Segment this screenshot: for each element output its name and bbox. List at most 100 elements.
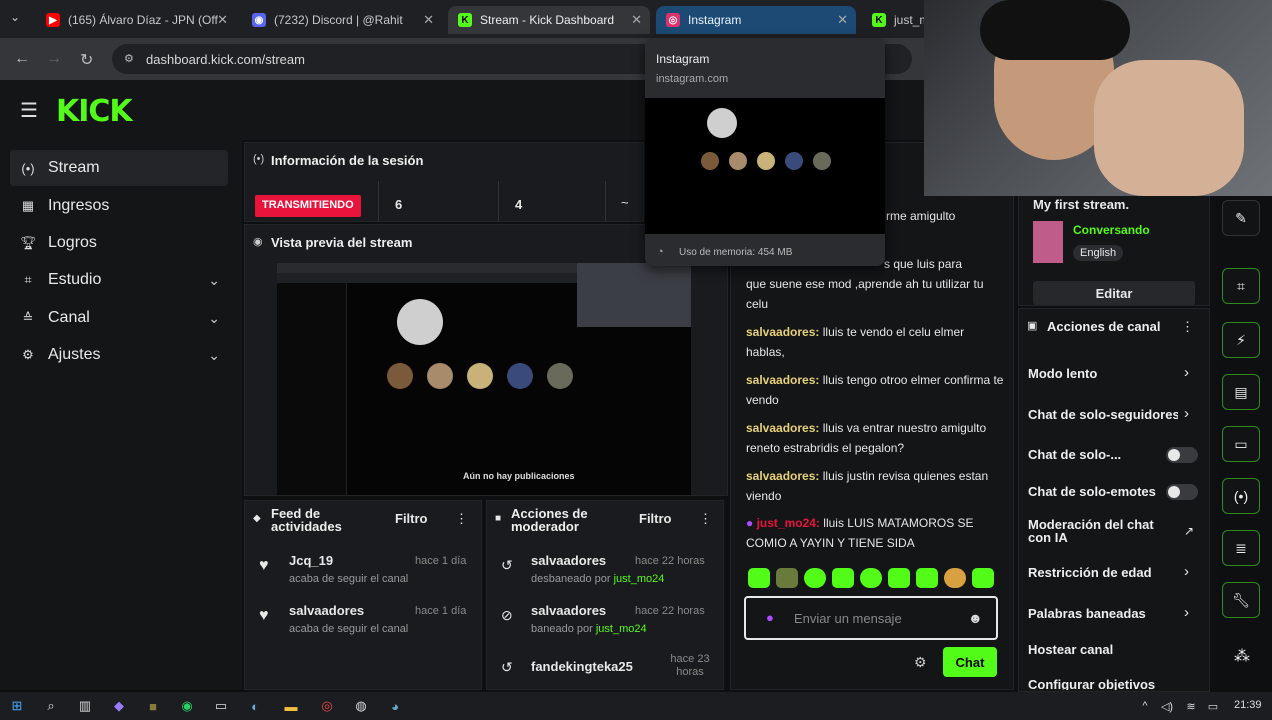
emote-icon[interactable] [748, 568, 770, 588]
chat-username[interactable]: salvaadores: [746, 421, 819, 435]
rail-button[interactable]: 🔧︎ [1222, 582, 1260, 618]
emote-icon[interactable] [776, 568, 798, 588]
stream-category[interactable]: Conversando [1073, 223, 1150, 237]
site-info-icon[interactable]: ⚙ [124, 52, 134, 65]
moderator-link[interactable]: just_mo24 [596, 623, 647, 635]
event-time: hace 1 día [415, 605, 467, 617]
search-icon[interactable]: ⌕ [42, 697, 60, 715]
more-options-icon[interactable]: ⋮ [455, 511, 468, 527]
chrome-icon[interactable]: ◎ [318, 697, 336, 715]
close-tab-icon[interactable]: ✕ [423, 12, 434, 28]
chat-send-button[interactable]: Chat [943, 647, 997, 677]
moderator-title: Acciones de moderador [511, 506, 588, 534]
sidebar-item-logros[interactable]: 🏆︎ Logros [10, 225, 228, 261]
tab-kick-channel[interactable]: K just_m [862, 6, 932, 34]
action-ai-moderation[interactable]: Moderación del chat con IA [1028, 518, 1178, 544]
tab-youtube[interactable]: ▶ (165) Álvaro Díaz - JPN (Off ✕ [36, 6, 236, 34]
windows-taskbar: ⊞ ⌕ ▥ ◆ ■ ◉ ▭ ◐ ▬ ◎ ◍ ◕ ^ ◁) ≋ ▭ 21:39 [0, 692, 1272, 720]
action-followers-only[interactable]: Chat de solo-seguidores [1028, 407, 1178, 422]
filter-button[interactable]: Filtro [395, 511, 428, 526]
rail-button[interactable]: ▭ [1222, 426, 1260, 462]
clock[interactable]: 21:39 [1234, 699, 1262, 711]
thumb-story [701, 152, 719, 170]
steam-icon[interactable]: ◕ [386, 697, 404, 715]
nodes-icon[interactable]: ⁂ [1234, 646, 1250, 666]
chat-username[interactable]: salvaadores: [746, 373, 819, 387]
moderator-link[interactable]: just_mo24 [614, 573, 665, 585]
tray-chevron-icon[interactable]: ^ [1136, 697, 1154, 715]
event-sub: acaba de seguir el canal [289, 573, 409, 585]
tab-instagram[interactable]: ◎ Instagram ✕ [656, 6, 856, 34]
emote-icon[interactable] [832, 568, 854, 588]
stream-preview-video[interactable]: Aún no hay publicaciones [277, 263, 691, 495]
folder-icon[interactable]: ▬ [282, 697, 300, 715]
emote-icon[interactable] [888, 568, 910, 588]
terminal-icon[interactable]: ▭ [212, 697, 230, 715]
volume-icon[interactable]: ◁) [1158, 697, 1176, 715]
filter-button[interactable]: Filtro [639, 511, 672, 526]
event-action: desbaneado por just_mo24 [531, 573, 664, 585]
hamburger-menu-icon[interactable]: ☰ [20, 98, 38, 123]
minecraft-icon[interactable]: ■ [144, 697, 162, 715]
forward-arrow-icon[interactable]: → [46, 50, 62, 68]
sidebar-item-ingresos[interactable]: ▦ Ingresos [10, 188, 228, 224]
action-banned-words[interactable]: Palabras baneadas [1028, 606, 1203, 621]
reload-icon[interactable]: ↻ [80, 50, 93, 70]
edit-button[interactable]: Editar [1033, 281, 1195, 305]
battery-icon[interactable]: ▭ [1204, 697, 1222, 715]
wifi-icon[interactable]: ≋ [1182, 697, 1200, 715]
sidebar-item-label: Stream [48, 159, 100, 176]
emoji-icon[interactable]: ☻ [968, 610, 983, 626]
emote-icon[interactable] [916, 568, 938, 588]
unban-icon: ↺ [501, 557, 513, 573]
stream-title: My first stream. [1033, 197, 1130, 212]
chat-settings-gear-icon[interactable]: ⚙ [914, 654, 927, 671]
emotes-only-toggle[interactable] [1166, 484, 1198, 500]
sidebar-item-estudio[interactable]: ⌗ Estudio ⌄ [10, 262, 228, 298]
chat-username[interactable]: just_mo24: [757, 516, 820, 530]
rail-button[interactable]: (•) [1222, 478, 1260, 514]
more-options-icon[interactable]: ⋮ [1181, 319, 1194, 335]
studio-icon: ⌗ [24, 272, 32, 287]
chat-username[interactable]: salvaadores: [746, 469, 819, 483]
category-thumbnail [1033, 221, 1063, 263]
close-tab-icon[interactable]: ✕ [631, 12, 642, 28]
action-slow-mode[interactable]: Modo lento [1028, 366, 1203, 381]
rail-button[interactable]: ⚡︎ [1222, 322, 1260, 358]
chat-input[interactable]: ● Enviar un mensaje ☻ [744, 596, 998, 640]
event-name: salvaadores [531, 553, 607, 568]
more-options-icon[interactable]: ⋮ [699, 511, 712, 527]
close-tab-icon[interactable]: ✕ [837, 12, 848, 28]
sidebar-item-stream[interactable]: (•) Stream [10, 150, 228, 186]
rail-button[interactable]: ⌗ [1222, 268, 1260, 304]
gamepad-icon[interactable]: ◆ [110, 697, 128, 715]
emote-icon[interactable] [944, 568, 966, 588]
sidebar-item-ajustes[interactable]: ⚙ Ajustes ⌄ [10, 337, 228, 373]
action-label: Chat de solo-... [1028, 447, 1122, 462]
action-goals[interactable]: Configurar objetivos [1028, 677, 1203, 690]
rail-edit-button[interactable]: ✎ [1222, 200, 1260, 236]
whatsapp-icon[interactable]: ◉ [178, 697, 196, 715]
sidebar-item-canal[interactable]: ≙ Canal ⌄ [10, 300, 228, 336]
emote-icon[interactable] [972, 568, 994, 588]
action-age-restriction[interactable]: Restricción de edad [1028, 565, 1203, 580]
back-arrow-icon[interactable]: ← [14, 50, 30, 68]
app-icon[interactable]: ◐ [246, 697, 264, 715]
action-text: baneado por [531, 623, 593, 635]
close-tab-icon[interactable]: ✕ [217, 12, 228, 28]
action-host-channel[interactable]: Hostear canal [1028, 642, 1203, 657]
kick-logo[interactable]: KICK [56, 94, 133, 129]
chat-username[interactable]: salvaadores: [746, 325, 819, 339]
tab-discord[interactable]: ◉ (7232) Discord | @Rahit ✕ [242, 6, 442, 34]
subs-only-toggle[interactable] [1166, 447, 1198, 463]
windows-start-icon[interactable]: ⊞ [8, 697, 26, 715]
obs-icon[interactable]: ◍ [352, 697, 370, 715]
rail-button[interactable]: ▤ [1222, 374, 1260, 410]
tab-list-chevron-icon[interactable]: ⌄ [10, 10, 20, 24]
task-view-icon[interactable]: ▥ [76, 697, 94, 715]
rail-button[interactable]: ≣ [1222, 530, 1260, 566]
emote-icon[interactable] [860, 568, 882, 588]
action-text: desbaneado por [531, 573, 611, 585]
emote-icon[interactable] [804, 568, 826, 588]
tab-kick-dashboard[interactable]: K Stream - Kick Dashboard ✕ [448, 6, 650, 34]
